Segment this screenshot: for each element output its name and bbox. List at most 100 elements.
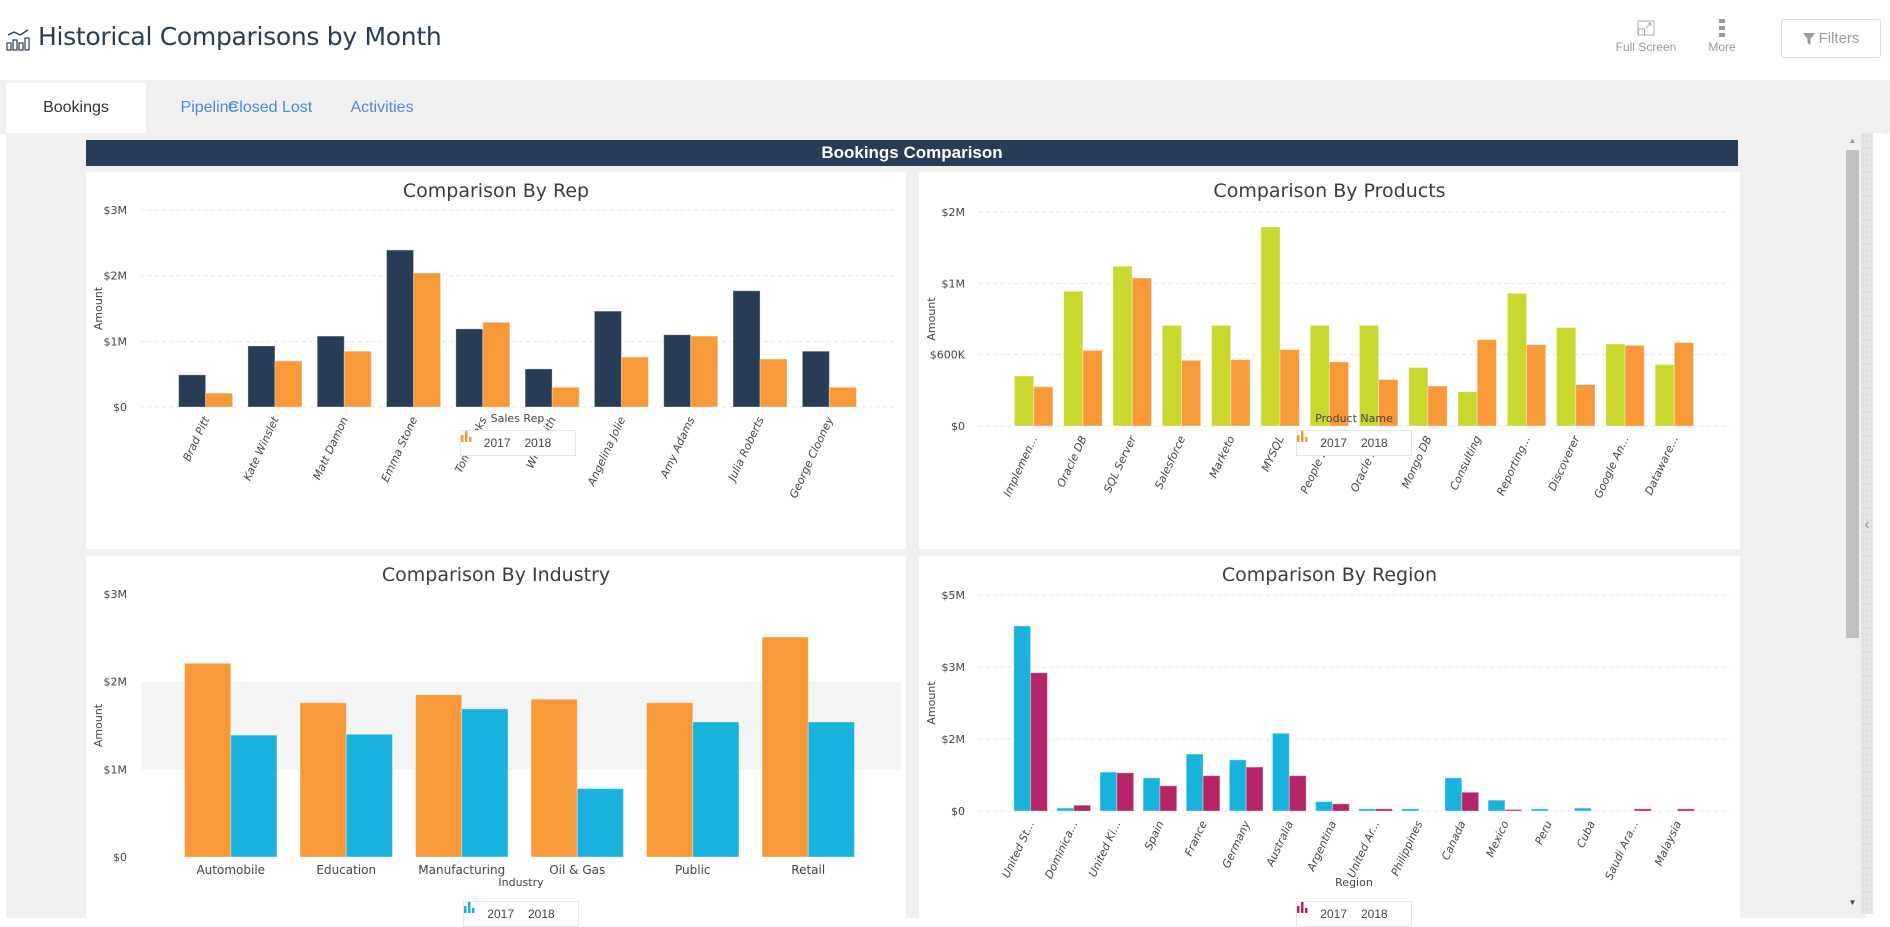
bar-2018-amy-adams bbox=[690, 335, 719, 408]
bar-2018-automobile bbox=[230, 734, 278, 858]
bar-2018-sql-server bbox=[1131, 277, 1152, 427]
x-tick-label: Marketo bbox=[1207, 434, 1238, 480]
bar-2018-kate-winslet bbox=[274, 360, 303, 408]
legend-item-2017[interactable]: 2017 bbox=[1297, 902, 1347, 921]
bar-2018-reporting- bbox=[1526, 344, 1547, 427]
bar-2017-oil-gas bbox=[530, 698, 578, 858]
bar-2017-dominica- bbox=[1056, 807, 1075, 812]
legend-item-2018[interactable]: 2018 bbox=[460, 431, 551, 450]
legend-item-2018[interactable]: 2018 bbox=[1297, 902, 1388, 921]
bar-2018-spain bbox=[1159, 785, 1178, 812]
bar-2017-education bbox=[299, 702, 347, 858]
bar-2017-dataware- bbox=[1654, 364, 1675, 427]
legend-item-2017[interactable]: 2017 bbox=[1297, 431, 1347, 450]
bar-2018-salesforce bbox=[1181, 359, 1202, 427]
bar-2018-matt-damon bbox=[343, 350, 372, 408]
scroll-up-arrow-icon[interactable]: ▲ bbox=[1846, 136, 1859, 146]
x-tick-label: Emma Stone bbox=[379, 415, 421, 484]
legend-label: 2017 bbox=[487, 907, 514, 921]
bar-2017-amy-adams bbox=[663, 334, 692, 408]
x-tick-label: Mexico bbox=[1484, 819, 1512, 860]
bar-2017-public bbox=[646, 702, 694, 858]
bar-2018-mysql bbox=[1279, 349, 1300, 427]
section-header: Bookings Comparison bbox=[86, 140, 1738, 166]
filters-button[interactable]: Filters bbox=[1781, 19, 1881, 58]
bar-2017-canada bbox=[1444, 777, 1463, 812]
bar-2017-mexico bbox=[1487, 799, 1506, 812]
full-screen-button[interactable]: Full Screen bbox=[1606, 16, 1686, 54]
tab-bookings[interactable]: Bookings bbox=[6, 83, 146, 133]
y-tick-label: $0 bbox=[951, 805, 965, 818]
chart-region: $0 $2M $3M $5M Amount United St... Dominica...… bbox=[925, 589, 1729, 889]
x-tick-label: Salesforce bbox=[1152, 434, 1188, 492]
legend-item-2017[interactable]: 2017 bbox=[464, 902, 514, 921]
bar-2017-peru bbox=[1530, 808, 1549, 812]
industry-chart-panel: Comparison By Industry $0 $1M $2M $3M Amount… bbox=[86, 556, 906, 927]
x-tick-label: Dataware... bbox=[1642, 434, 1681, 497]
bar-2017-kate-winslet bbox=[247, 345, 276, 408]
scroll-down-arrow-icon[interactable]: ▼ bbox=[1846, 898, 1859, 908]
legend-label: 2017 bbox=[483, 436, 511, 450]
y-tick-label: $2M bbox=[942, 206, 966, 219]
bar-2018-google-an- bbox=[1624, 344, 1645, 427]
bar-2018-emma-stone bbox=[413, 272, 442, 408]
chevron-left-icon[interactable]: ‹ bbox=[1861, 515, 1873, 535]
legend-item-2018[interactable]: 2018 bbox=[1297, 431, 1388, 450]
x-tick-label: Angelina Jolie bbox=[585, 415, 629, 489]
y-tick-label: $3M bbox=[104, 204, 128, 217]
more-button[interactable]: More bbox=[1700, 16, 1744, 54]
bar-2017-mysql bbox=[1260, 226, 1281, 427]
bar-2018-retail bbox=[807, 721, 855, 858]
bar-chart-icon bbox=[460, 431, 471, 442]
bar-2017-tom-hanks bbox=[455, 328, 484, 408]
legend-item-2018[interactable]: 2018 bbox=[464, 902, 555, 921]
x-tick-label: United Ar... bbox=[1345, 819, 1383, 880]
chart-legend: 2017 2018 bbox=[1296, 901, 1412, 927]
bar-line-chart-icon bbox=[6, 29, 30, 51]
chart-industry: $0 $1M $2M $3M Amount Automobile Education Manu… bbox=[92, 588, 901, 889]
bar-2018-argentina bbox=[1331, 803, 1350, 812]
x-axis-title: Product Name bbox=[1315, 412, 1393, 425]
bar-2017-will-smith bbox=[524, 368, 553, 408]
bar-2018-germany bbox=[1245, 766, 1264, 812]
x-tick-label: Reporting... bbox=[1494, 434, 1533, 498]
bar-2018-oracle-db bbox=[1082, 349, 1103, 427]
bar-2018-united-ki- bbox=[1116, 772, 1135, 812]
bar-2018-mongo-db bbox=[1427, 385, 1448, 427]
bar-2018-canada bbox=[1461, 791, 1480, 812]
bar-2017-france bbox=[1185, 753, 1204, 812]
y-tick-label: $2M bbox=[104, 270, 128, 283]
bar-2018-angelina-jolie bbox=[620, 356, 649, 408]
bar-chart-icon bbox=[1297, 902, 1308, 913]
legend-item-2017[interactable]: 2017 bbox=[460, 431, 511, 450]
full-screen-label: Full Screen bbox=[1615, 40, 1677, 54]
top-bar: Historical Comparisons by Month Full Scr… bbox=[0, 0, 1890, 80]
filters-label: Filters bbox=[1818, 30, 1860, 47]
bar-2018-mexico bbox=[1504, 809, 1523, 812]
bar-2017-google-an- bbox=[1605, 343, 1626, 427]
bar-2018-australia bbox=[1288, 775, 1307, 812]
y-axis-title: Amount bbox=[925, 297, 938, 341]
x-tick-label: Australia bbox=[1263, 819, 1296, 870]
y-tick-label: $0 bbox=[951, 420, 965, 433]
bar-2018-public bbox=[692, 721, 740, 858]
y-tick-label: $0 bbox=[113, 851, 127, 864]
legend-label: 2018 bbox=[528, 907, 555, 921]
bar-2018-united-ar- bbox=[1375, 808, 1393, 812]
x-axis-title: Industry bbox=[498, 876, 544, 889]
tab-activities[interactable]: Activities bbox=[336, 83, 428, 133]
chart-legend: 2017 2018 bbox=[463, 901, 579, 927]
x-tick-label: Philippines bbox=[1389, 819, 1426, 878]
bar-2017-philippines bbox=[1401, 808, 1420, 812]
bar-2017-julia-roberts bbox=[732, 290, 761, 408]
x-tick-label: Argentina bbox=[1304, 819, 1339, 874]
x-tick-label: Peru bbox=[1532, 819, 1554, 847]
page-title: Historical Comparisons by Month bbox=[38, 22, 442, 51]
scrollbar-thumb[interactable] bbox=[1846, 150, 1859, 638]
chart-legend: 2017 2018 bbox=[459, 430, 576, 456]
bar-2018-oil-gas bbox=[576, 788, 624, 858]
tab-closed-lost[interactable]: Closed Lost bbox=[220, 83, 320, 133]
bar-2018-will-smith bbox=[551, 386, 580, 408]
bar-2017-implemen- bbox=[1013, 375, 1035, 427]
legend-label: 2018 bbox=[1361, 907, 1388, 921]
